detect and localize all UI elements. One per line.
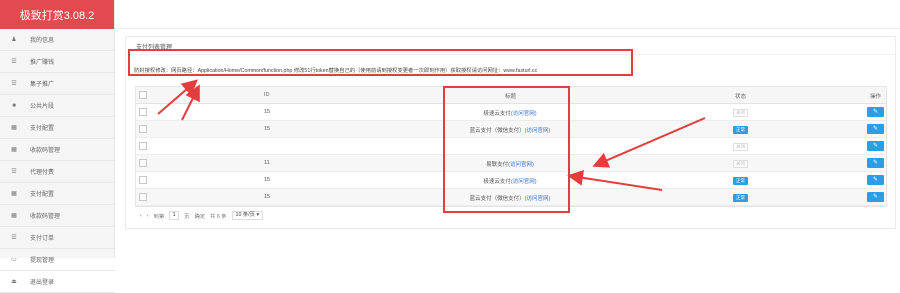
sidebar-item-label: 退出登录: [30, 280, 55, 286]
arrow-2: [181, 84, 200, 121]
arrow-1: [157, 79, 199, 115]
annotation-arrows: [157, 79, 706, 191]
exit-icon: ⏏: [11, 279, 17, 285]
arrow-4: [567, 169, 663, 191]
sidebar-item[interactable]: ⏏ 退出登录: [0, 271, 115, 293]
arrow-3: [592, 117, 706, 168]
